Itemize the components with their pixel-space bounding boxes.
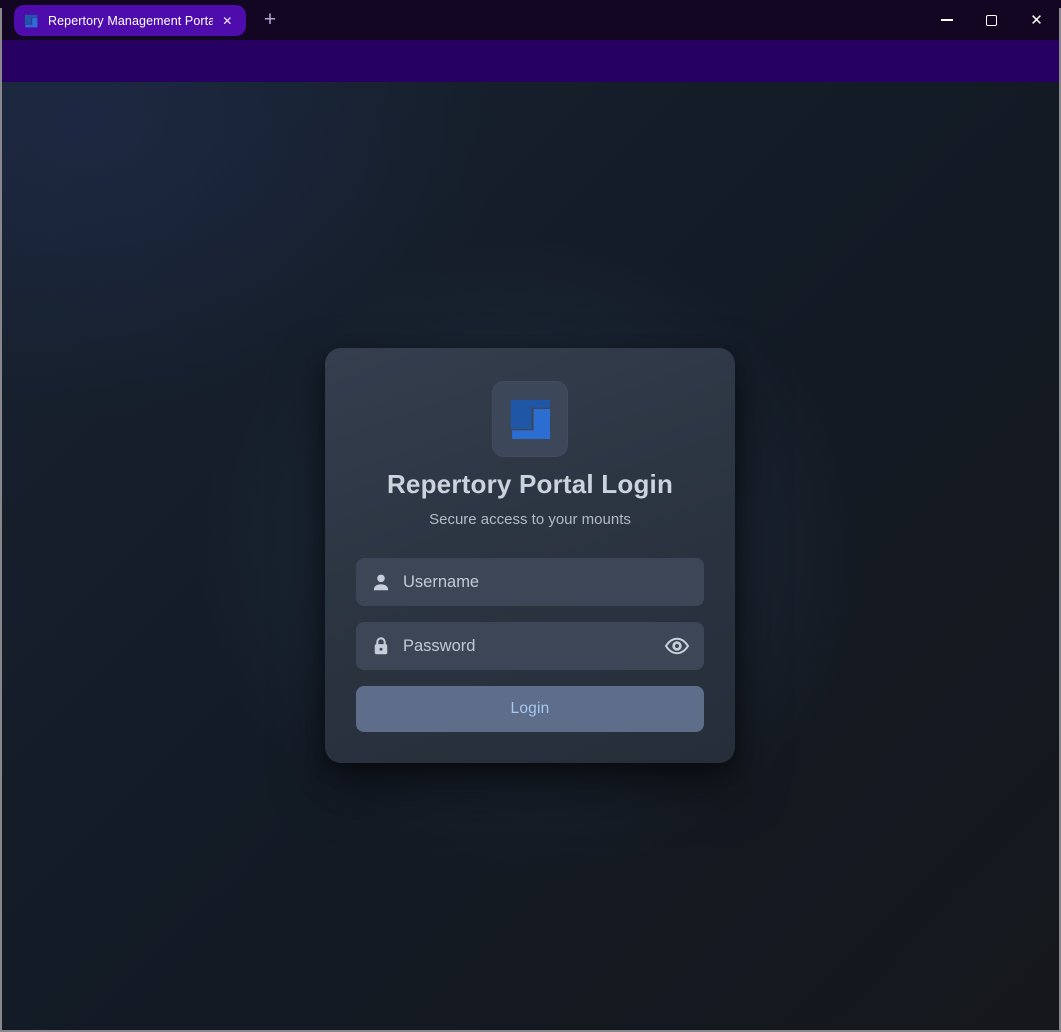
- username-field-container: [356, 558, 704, 606]
- person-icon: [370, 571, 392, 593]
- repertory-logo-favicon: [23, 13, 39, 29]
- password-field-container: [356, 622, 704, 670]
- page-viewport: Repertory Portal Login Secure access to …: [2, 82, 1059, 1030]
- tab-bar: Repertory Management Portal ✕ + ✕: [0, 0, 1061, 40]
- close-icon: ✕: [1030, 13, 1043, 28]
- navigation-bar: i 127.0.0.1:30000/ui#/auth: [0, 40, 1061, 82]
- username-input[interactable]: [403, 573, 690, 592]
- minimize-button[interactable]: [924, 0, 969, 40]
- maximize-button[interactable]: [969, 0, 1014, 40]
- toggle-password-visibility-button[interactable]: [664, 635, 690, 657]
- tab-title: Repertory Management Portal: [48, 14, 213, 28]
- repertory-logo-icon: [505, 394, 555, 444]
- new-tab-button[interactable]: +: [256, 6, 284, 34]
- tab-close-icon[interactable]: ✕: [219, 12, 236, 30]
- login-button[interactable]: Login: [356, 686, 704, 732]
- tab-repertory-portal[interactable]: Repertory Management Portal ✕: [14, 5, 246, 36]
- visibility-eye-icon: [664, 635, 690, 657]
- close-button[interactable]: ✕: [1014, 0, 1059, 40]
- minimize-icon: [941, 19, 953, 21]
- login-card: Repertory Portal Login Secure access to …: [325, 348, 735, 763]
- page-title: Repertory Portal Login: [387, 469, 673, 500]
- password-input[interactable]: [403, 637, 664, 656]
- window-controls: ✕: [924, 0, 1059, 40]
- app-logo-container: [492, 381, 568, 457]
- window-border-left: [0, 8, 2, 1032]
- page-subtitle: Secure access to your mounts: [429, 511, 631, 528]
- maximize-icon: [986, 15, 997, 26]
- lock-icon: [370, 635, 392, 657]
- browser-window: Repertory Management Portal ✕ + ✕: [0, 0, 1061, 1032]
